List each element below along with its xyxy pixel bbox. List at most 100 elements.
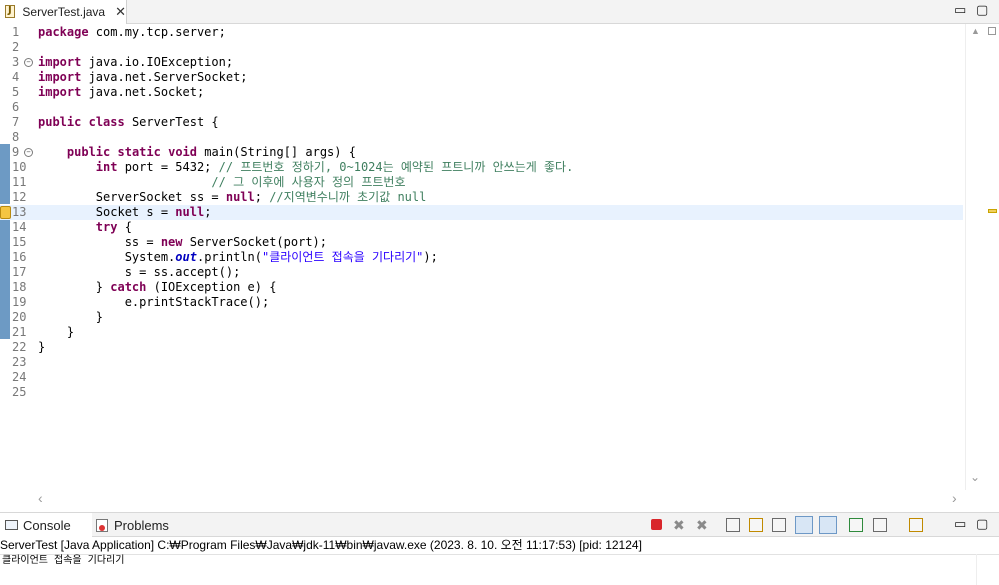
code-line[interactable]: 6 bbox=[0, 100, 963, 115]
line-number: 19 bbox=[12, 295, 27, 309]
code-text: import java.io.IOException; bbox=[38, 55, 234, 69]
line-number: 13 bbox=[12, 205, 27, 219]
code-line[interactable]: 1 package com.my.tcp.server; bbox=[0, 25, 963, 40]
code-text: ServerSocket ss = null; //지역변수니까 초기값 nul… bbox=[38, 190, 427, 204]
maximize-icon[interactable]: ▢ bbox=[976, 3, 988, 18]
remove-launch-icon[interactable]: ✖ bbox=[673, 518, 687, 532]
line-number: 2 bbox=[12, 40, 20, 54]
code-line[interactable]: 15 ss = new ServerSocket(port); bbox=[0, 235, 963, 250]
editor-tab-title: ServerTest.java bbox=[22, 5, 106, 19]
code-text: try { bbox=[95, 220, 132, 234]
code-text: import java.net.ServerSocket; bbox=[38, 70, 248, 84]
code-line[interactable]: 24 bbox=[0, 370, 963, 385]
code-line[interactable]: 16 System.out.println("클라이언트 접속을 기다리기"); bbox=[0, 250, 963, 265]
scroll-right-icon[interactable]: › bbox=[952, 490, 957, 506]
line-number: 5 bbox=[12, 85, 20, 99]
editor-horizontal-scrollbar[interactable]: ‹ › bbox=[36, 490, 965, 510]
pin-console-icon[interactable] bbox=[849, 518, 863, 532]
line-number: 1 bbox=[12, 25, 20, 39]
line-number: 25 bbox=[12, 385, 27, 399]
minimize-icon[interactable]: ▭ bbox=[954, 3, 966, 18]
editor-tab-servertest[interactable]: J ServerTest.java ✕ bbox=[0, 0, 127, 24]
scroll-up-icon[interactable]: ▲ bbox=[971, 26, 980, 36]
java-file-icon: J bbox=[5, 5, 16, 19]
remove-all-terminated-icon[interactable]: ✖ bbox=[696, 518, 710, 532]
code-editor[interactable]: 1 package com.my.tcp.server; 2 3− import jav… bbox=[0, 24, 999, 510]
code-line[interactable]: 3− import java.io.IOException; bbox=[0, 55, 963, 70]
line-number: 16 bbox=[12, 250, 27, 264]
line-number: 18 bbox=[12, 280, 27, 294]
line-number: 15 bbox=[12, 235, 27, 249]
tab-console-label: Console bbox=[23, 517, 71, 533]
code-line[interactable]: 5 import java.net.Socket; bbox=[0, 85, 963, 100]
console-output-line: 클라이언트 접속을 기다리기 bbox=[2, 555, 125, 566]
code-line[interactable]: 13 Socket s = null; bbox=[0, 205, 963, 220]
code-line[interactable]: 17 s = ss.accept(); bbox=[0, 265, 963, 280]
line-number: 24 bbox=[12, 370, 27, 384]
code-line[interactable]: 21 } bbox=[0, 325, 963, 340]
code-line[interactable]: 12 ServerSocket ss = null; //지역변수니까 초기값 … bbox=[0, 190, 963, 205]
line-number: 21 bbox=[12, 325, 27, 339]
close-icon[interactable]: ✕ bbox=[115, 4, 126, 20]
code-text: ss = new ServerSocket(port); bbox=[38, 235, 328, 249]
code-line[interactable]: 8 bbox=[0, 130, 963, 145]
tab-problems-label: Problems bbox=[114, 517, 169, 533]
code-line[interactable]: 25 bbox=[0, 385, 963, 400]
code-line[interactable]: 22} bbox=[0, 340, 963, 355]
code-line[interactable]: 9− public static void main(String[] args… bbox=[0, 145, 963, 160]
overview-warning-marker[interactable] bbox=[988, 209, 997, 213]
display-console-icon[interactable] bbox=[873, 518, 887, 532]
code-line[interactable]: 23 bbox=[0, 355, 963, 370]
code-text: Socket s = null; bbox=[38, 205, 212, 219]
fold-toggle-icon[interactable]: − bbox=[24, 58, 33, 67]
terminate-icon[interactable] bbox=[651, 519, 662, 530]
code-line[interactable]: 18 } catch (IOException e) { bbox=[0, 280, 963, 295]
code-line[interactable]: 20 } bbox=[0, 310, 963, 325]
code-line[interactable]: 10 int port = 5432; // 프트번호 정하기, 0~1024는… bbox=[0, 160, 963, 175]
line-number: 23 bbox=[12, 355, 27, 369]
code-line[interactable]: 2 bbox=[0, 40, 963, 55]
line-number: 6 bbox=[12, 100, 20, 114]
fold-toggle-icon[interactable]: − bbox=[24, 148, 33, 157]
code-text: public class ServerTest { bbox=[38, 115, 219, 129]
console-minimize-icon[interactable]: ▭ bbox=[954, 517, 966, 532]
code-line[interactable]: 19 e.printStackTrace(); bbox=[0, 295, 963, 310]
scroll-left-icon[interactable]: ‹ bbox=[38, 490, 43, 506]
line-number: 20 bbox=[12, 310, 27, 324]
code-text: System.out.println("클라이언트 접속을 기다리기"); bbox=[38, 250, 438, 264]
line-number: 10 bbox=[12, 160, 27, 174]
code-line[interactable]: 14 try { bbox=[0, 220, 963, 235]
show-on-stdout-icon[interactable] bbox=[795, 516, 813, 534]
code-text: e.printStackTrace(); bbox=[38, 295, 270, 309]
scroll-lock-icon[interactable] bbox=[749, 518, 763, 532]
code-text: } bbox=[38, 325, 75, 339]
line-number: 8 bbox=[12, 130, 20, 144]
line-number: 17 bbox=[12, 265, 27, 279]
scroll-down-icon[interactable]: ⌄ bbox=[970, 470, 980, 484]
console-maximize-icon[interactable]: ▢ bbox=[976, 517, 988, 532]
show-on-stderr-icon[interactable] bbox=[819, 516, 837, 534]
overview-ruler-header bbox=[988, 27, 996, 35]
line-number: 12 bbox=[12, 190, 27, 204]
tab-problems[interactable]: Problems bbox=[94, 513, 174, 537]
console-vertical-scrollbar[interactable] bbox=[976, 554, 999, 585]
code-text: } bbox=[38, 310, 104, 324]
editor-vertical-scrollbar[interactable]: ▲ ⌄ bbox=[965, 24, 988, 490]
line-number: 7 bbox=[12, 115, 20, 129]
code-text: } catch (IOException e) { bbox=[38, 280, 277, 294]
code-text: } bbox=[38, 340, 46, 354]
word-wrap-icon[interactable] bbox=[772, 518, 786, 532]
problems-icon bbox=[96, 518, 108, 532]
tab-console[interactable]: Console bbox=[0, 513, 92, 537]
code-text: s = ss.accept(); bbox=[38, 265, 241, 279]
code-line[interactable]: 11 // 그 이후에 사용자 정의 프트번호 bbox=[0, 175, 963, 190]
clear-console-icon[interactable] bbox=[726, 518, 740, 532]
line-number: 22 bbox=[12, 340, 27, 354]
console-output[interactable]: 클라이언트 접속을 기다리기 bbox=[0, 554, 977, 585]
warning-marker-icon[interactable] bbox=[0, 206, 11, 219]
code-line[interactable]: 4 import java.net.ServerSocket; bbox=[0, 70, 963, 85]
open-console-icon[interactable] bbox=[909, 518, 923, 532]
code-text: // 그 이후에 사용자 정의 프트번호 bbox=[211, 175, 406, 189]
console-icon bbox=[5, 520, 18, 530]
code-line[interactable]: 7 public class ServerTest { bbox=[0, 115, 963, 130]
